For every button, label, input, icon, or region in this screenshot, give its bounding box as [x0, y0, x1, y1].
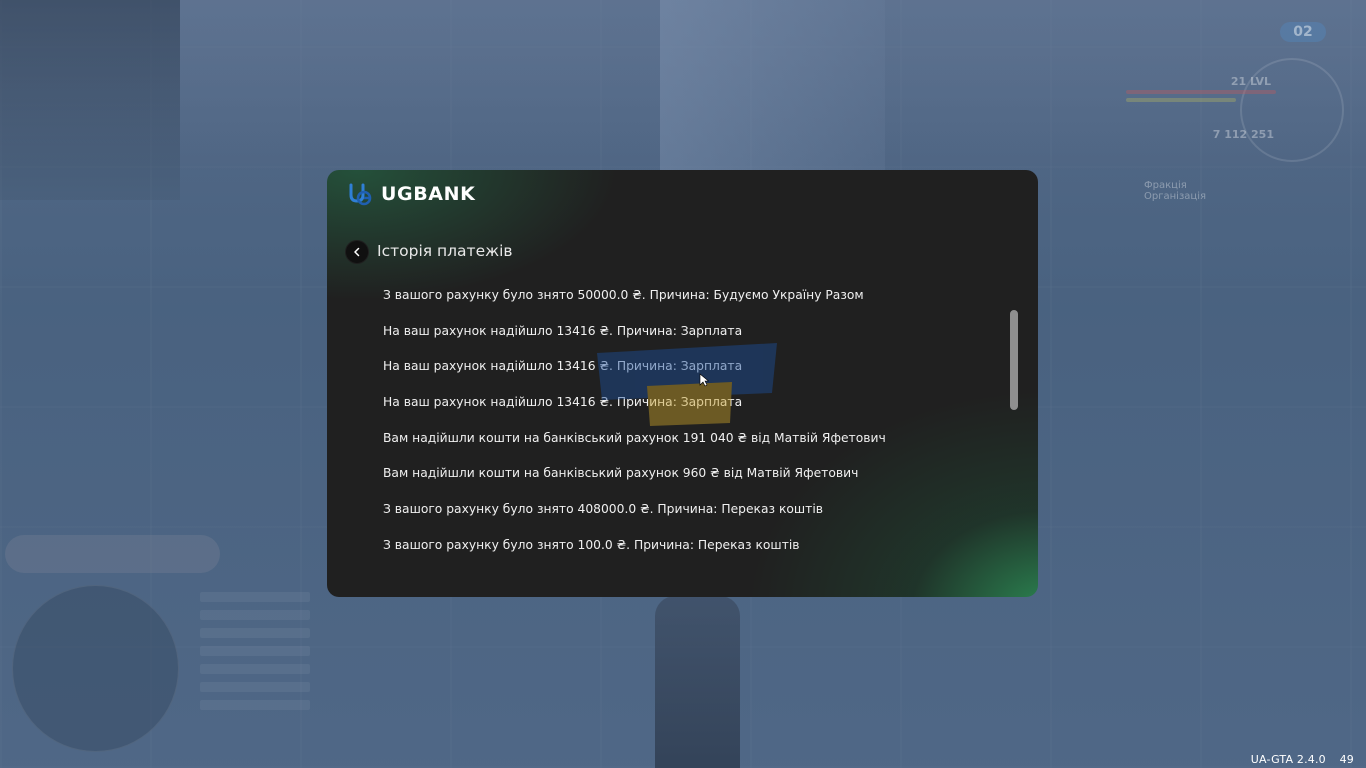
hud-status-bars	[1126, 90, 1276, 110]
scrollbar[interactable]	[1010, 310, 1018, 410]
player-character	[655, 596, 740, 768]
hud-speed-indicator: 02	[1280, 22, 1326, 42]
mouse-cursor-icon	[699, 373, 709, 387]
bank-modal: UGBANK Історія платежів З вашого рахунку…	[327, 170, 1038, 597]
scrollbar-thumb[interactable]	[1010, 310, 1018, 410]
hud-level: 21 LVL	[1230, 75, 1271, 88]
hud-notification	[5, 535, 220, 573]
version-footer: UA-GTA 2.4.0 49	[1251, 753, 1354, 766]
version-label: UA-GTA 2.4.0	[1250, 753, 1326, 766]
back-button[interactable]	[345, 240, 369, 264]
transaction-row: З вашого рахунку було знято 50000.0 ₴. П…	[383, 288, 864, 302]
transaction-row: Вам надійшли кошти на банківський рахуно…	[383, 466, 859, 481]
transaction-row: З вашого рахунку було знято 408000.0 ₴. …	[383, 502, 823, 517]
transaction-list: З вашого рахунку було знято 50000.0 ₴. П…	[383, 285, 983, 571]
ugbank-logo-icon	[349, 183, 372, 206]
transaction-row: Вам надійшли кошти на банківський рахуно…	[383, 430, 886, 445]
transaction-row: На ваш рахунок надійшло 13416 ₴. Причина…	[383, 395, 743, 410]
background-shadow	[0, 0, 180, 200]
bank-brand: UGBANK	[347, 180, 475, 208]
hud-side-list	[200, 592, 310, 718]
transaction-row: З вашого рахунку було знято 100.0 ₴. При…	[383, 537, 800, 552]
fps-counter: 49	[1339, 753, 1354, 766]
hud-money: 7 112 251	[1212, 128, 1274, 141]
background-pillar	[660, 0, 885, 170]
transaction-row: На ваш рахунок надійшло 13416 ₴. Причина…	[383, 359, 743, 374]
hud-radial-gauge	[1240, 58, 1344, 162]
hud-faction-label: Фракція	[1144, 180, 1187, 191]
section-title: Історія платежів	[377, 242, 513, 260]
chevron-left-icon	[354, 247, 360, 257]
hud-org-label: Організація	[1144, 191, 1206, 202]
minimap	[12, 585, 179, 752]
bank-brand-name: UGBANK	[381, 183, 476, 205]
transaction-row: На ваш рахунок надійшло 13416 ₴. Причина…	[383, 323, 743, 338]
hud-faction: Фракція Організація	[1144, 180, 1206, 202]
